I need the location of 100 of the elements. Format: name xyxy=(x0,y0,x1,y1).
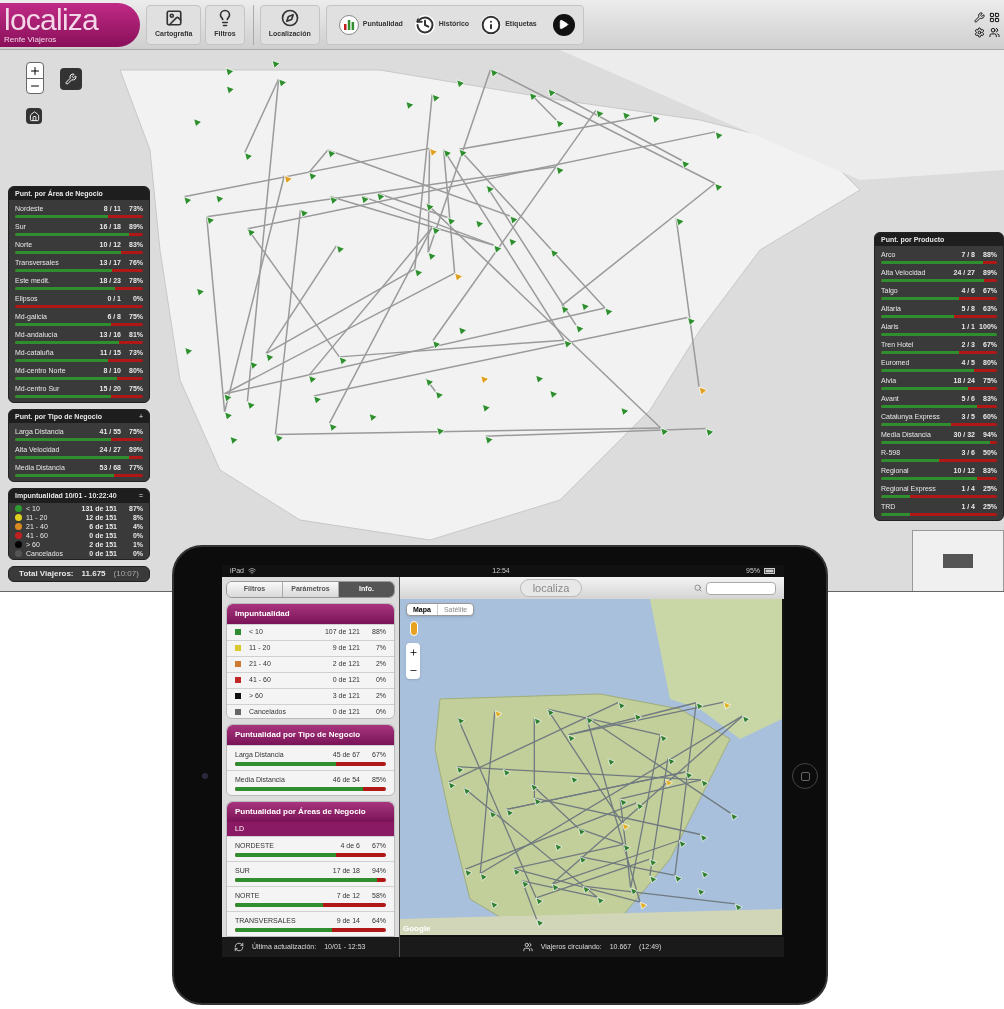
train-marker[interactable] xyxy=(630,887,638,896)
train-marker[interactable] xyxy=(215,194,225,204)
train-marker[interactable] xyxy=(509,215,519,225)
train-marker[interactable] xyxy=(651,114,661,124)
train-marker[interactable] xyxy=(431,93,441,103)
train-marker[interactable] xyxy=(425,378,435,387)
train-marker[interactable] xyxy=(376,192,386,202)
train-marker[interactable] xyxy=(490,68,499,78)
train-marker[interactable] xyxy=(448,781,456,790)
train-marker[interactable] xyxy=(454,272,464,282)
train-marker[interactable] xyxy=(550,249,560,258)
train-marker[interactable] xyxy=(513,868,521,877)
train-marker[interactable] xyxy=(308,172,318,181)
train-marker[interactable] xyxy=(283,175,293,184)
train-marker[interactable] xyxy=(414,268,424,278)
train-marker[interactable] xyxy=(701,870,710,879)
train-marker[interactable] xyxy=(570,776,579,784)
train-marker[interactable] xyxy=(327,149,337,159)
train-marker[interactable] xyxy=(425,202,435,212)
train-marker[interactable] xyxy=(665,779,673,787)
train-marker[interactable] xyxy=(649,875,658,884)
train-marker[interactable] xyxy=(506,809,514,817)
train-marker[interactable] xyxy=(579,856,587,864)
grid-icon[interactable] xyxy=(989,11,1000,23)
train-marker[interactable] xyxy=(244,152,254,162)
train-marker[interactable] xyxy=(563,339,573,349)
train-marker[interactable] xyxy=(249,361,259,370)
train-marker[interactable] xyxy=(667,757,676,766)
train-marker[interactable] xyxy=(432,340,442,350)
train-marker[interactable] xyxy=(485,185,495,194)
train-marker[interactable] xyxy=(508,237,518,247)
tools-button[interactable] xyxy=(60,68,82,90)
train-marker[interactable] xyxy=(714,183,724,192)
train-marker[interactable] xyxy=(405,101,415,110)
train-marker[interactable] xyxy=(457,717,465,725)
train-marker[interactable] xyxy=(623,844,631,852)
train-marker[interactable] xyxy=(560,305,570,315)
train-marker[interactable] xyxy=(224,411,233,421)
train-marker[interactable] xyxy=(685,771,694,780)
train-marker[interactable] xyxy=(447,217,457,226)
train-marker[interactable] xyxy=(328,423,338,432)
settings-icon[interactable] xyxy=(974,26,985,38)
train-marker[interactable] xyxy=(536,919,545,927)
train-marker[interactable] xyxy=(435,391,444,400)
train-marker[interactable] xyxy=(678,840,687,848)
train-marker[interactable] xyxy=(714,131,724,141)
train-marker[interactable] xyxy=(329,196,339,205)
train-marker[interactable] xyxy=(432,226,441,236)
train-marker[interactable] xyxy=(479,873,488,881)
train-marker[interactable] xyxy=(734,903,743,912)
train-marker[interactable] xyxy=(530,783,539,792)
train-marker[interactable] xyxy=(265,353,275,363)
train-marker[interactable] xyxy=(427,252,437,261)
train-marker[interactable] xyxy=(621,822,630,831)
train-marker[interactable] xyxy=(458,326,468,336)
train-marker[interactable] xyxy=(183,196,193,206)
train-marker[interactable] xyxy=(595,109,605,119)
refresh-icon[interactable] xyxy=(234,942,244,952)
train-marker[interactable] xyxy=(700,779,709,788)
train-marker[interactable] xyxy=(575,324,585,334)
train-marker[interactable] xyxy=(723,701,732,710)
train-marker[interactable] xyxy=(308,375,318,384)
users-icon[interactable] xyxy=(989,26,1000,38)
train-marker[interactable] xyxy=(464,869,473,877)
train-marker[interactable] xyxy=(659,734,668,743)
train-marker[interactable] xyxy=(456,766,465,774)
train-marker[interactable] xyxy=(489,810,498,819)
play-button[interactable] xyxy=(552,13,575,36)
train-marker[interactable] xyxy=(674,874,683,883)
train-marker[interactable] xyxy=(618,702,626,710)
train-marker[interactable] xyxy=(554,843,563,852)
train-marker[interactable] xyxy=(503,768,511,777)
train-marker[interactable] xyxy=(247,228,257,238)
train-marker[interactable] xyxy=(705,428,715,437)
train-marker[interactable] xyxy=(443,149,452,159)
train-marker[interactable] xyxy=(436,427,446,436)
train-marker[interactable] xyxy=(742,715,750,724)
train-marker[interactable] xyxy=(360,195,370,205)
train-marker[interactable] xyxy=(547,88,557,98)
search-icon[interactable] xyxy=(694,584,702,592)
train-marker[interactable] xyxy=(549,390,559,399)
train-marker[interactable] xyxy=(578,827,586,836)
train-marker[interactable] xyxy=(481,403,491,413)
train-marker[interactable] xyxy=(649,858,658,867)
train-marker[interactable] xyxy=(206,216,216,226)
pegman-icon[interactable] xyxy=(410,621,418,636)
train-marker[interactable] xyxy=(225,67,235,77)
train-marker[interactable] xyxy=(634,713,642,722)
train-marker[interactable] xyxy=(730,813,739,821)
train-marker[interactable] xyxy=(555,166,565,176)
train-marker[interactable] xyxy=(619,798,628,807)
train-marker[interactable] xyxy=(193,118,203,128)
train-marker[interactable] xyxy=(687,317,696,326)
train-marker[interactable] xyxy=(534,797,542,806)
train-marker[interactable] xyxy=(622,111,632,121)
train-marker[interactable] xyxy=(521,880,530,889)
train-marker[interactable] xyxy=(586,716,594,725)
train-marker[interactable] xyxy=(620,407,630,416)
train-marker[interactable] xyxy=(278,78,288,88)
train-marker[interactable] xyxy=(196,287,205,297)
